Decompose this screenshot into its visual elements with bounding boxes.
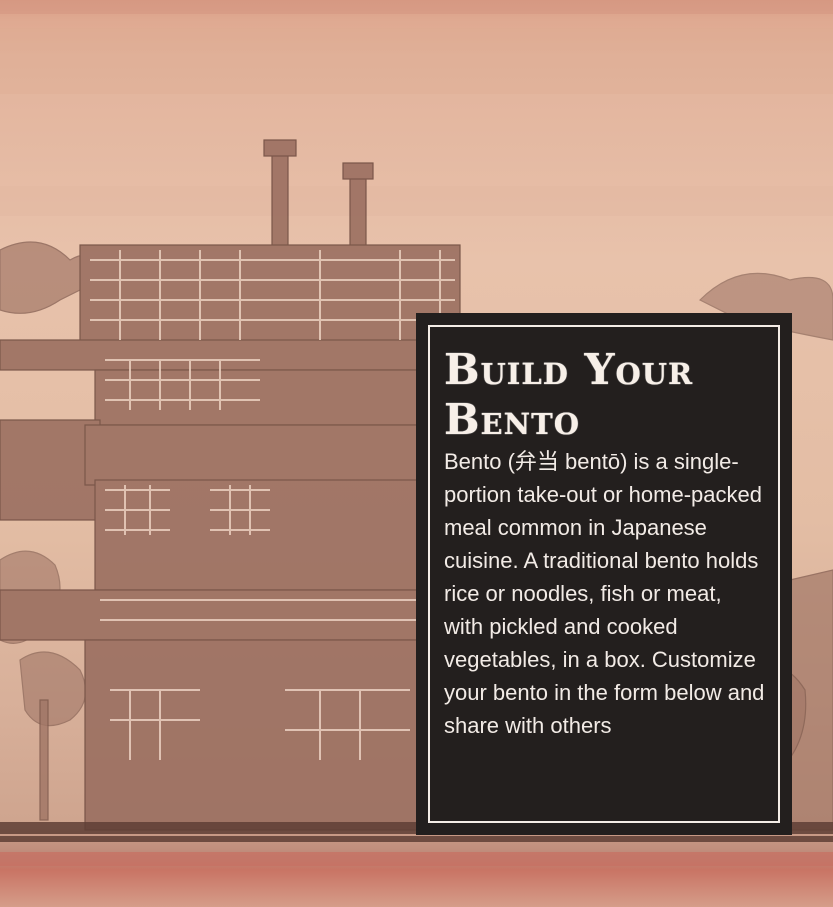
intro-card-frame: Build Your Bento Bento (弁当 bentō) is a s… [428,325,780,823]
intro-card: Build Your Bento Bento (弁当 bentō) is a s… [416,313,792,835]
intro-description: Bento (弁当 bentō) is a single-portion tak… [444,449,765,738]
page-title: Build Your Bento [444,345,694,444]
